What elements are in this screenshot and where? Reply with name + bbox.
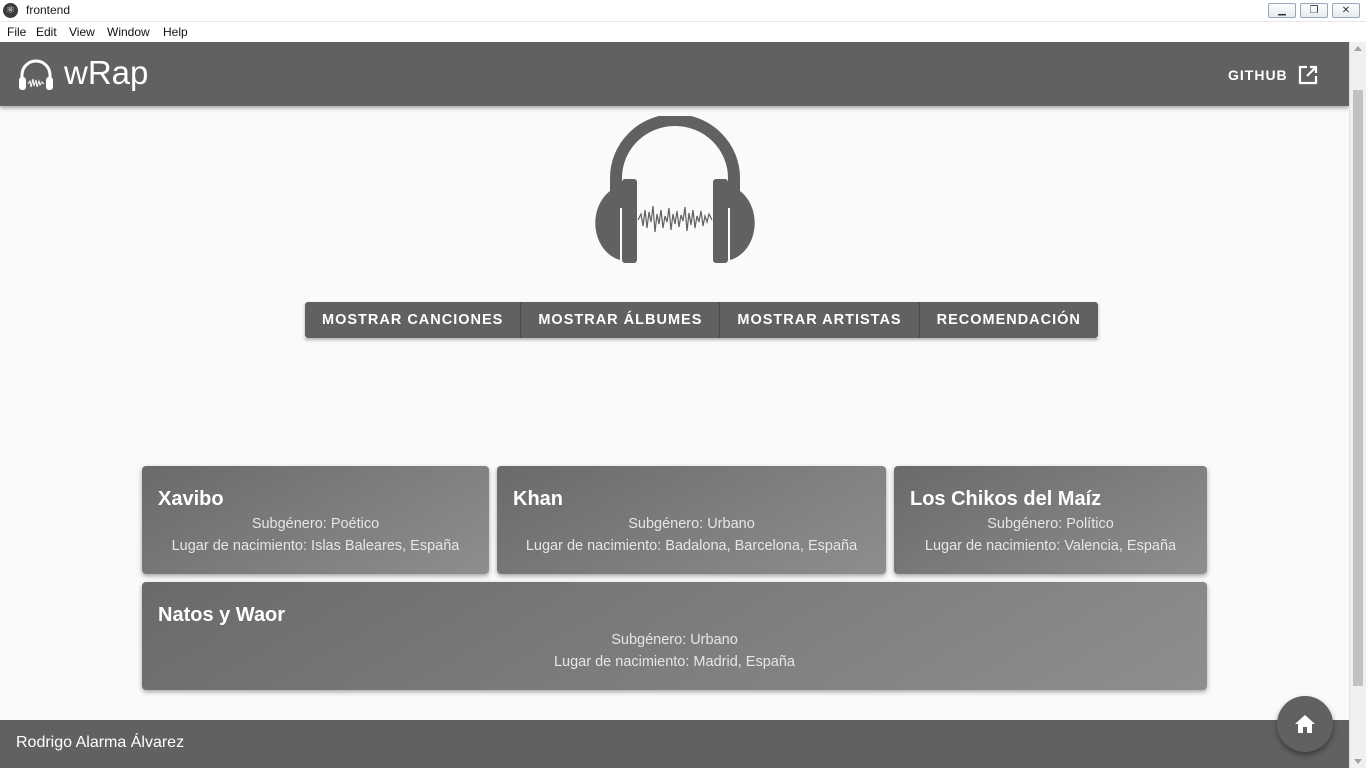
menu-help[interactable]: Help bbox=[163, 25, 188, 39]
artist-subgenre: Subgénero: Político bbox=[987, 516, 1114, 532]
window-title: frontend bbox=[26, 3, 71, 17]
home-fab-button[interactable] bbox=[1277, 696, 1333, 752]
artist-name: Natos y Waor bbox=[158, 604, 286, 626]
github-label: GITHUB bbox=[1228, 67, 1288, 83]
github-link[interactable]: GITHUB bbox=[1228, 64, 1318, 86]
headphones-hero-icon bbox=[595, 116, 755, 263]
artist-birthplace: Lugar de nacimiento: Badalona, Barcelona… bbox=[525, 538, 858, 554]
action-button-group: MOSTRAR CANCIONES MOSTRAR ÁLBUMES MOSTRA… bbox=[305, 302, 1098, 338]
artist-name: Los Chikos del Maíz bbox=[910, 488, 1102, 510]
app-viewport: wRap GITHUB MOSTRAR CANCIONES MOSTRAR ÁL… bbox=[0, 42, 1349, 768]
artist-birthplace: Lugar de nacimiento: Madrid, España bbox=[553, 654, 795, 670]
vertical-scrollbar[interactable] bbox=[1349, 42, 1366, 768]
artist-card[interactable]: Los Chikos del Maíz Subgénero: Político … bbox=[894, 466, 1207, 574]
home-icon bbox=[1295, 715, 1315, 733]
footer-author: Rodrigo Alarma Álvarez bbox=[16, 734, 185, 751]
headphones-icon bbox=[19, 59, 53, 90]
open-in-new-icon bbox=[1298, 65, 1317, 85]
app-footer: Rodrigo Alarma Álvarez bbox=[0, 720, 1349, 768]
menu-bar: File Edit View Window Help bbox=[0, 22, 1366, 42]
scroll-up-arrow-icon[interactable] bbox=[1354, 46, 1362, 51]
restore-button[interactable]: ❐ bbox=[1300, 3, 1328, 18]
artist-subgenre: Subgénero: Poético bbox=[251, 516, 380, 532]
artist-name: Khan bbox=[513, 488, 563, 510]
app-brand[interactable]: wRap bbox=[64, 54, 148, 92]
scrollbar-thumb[interactable] bbox=[1353, 90, 1363, 686]
show-songs-button[interactable]: MOSTRAR CANCIONES bbox=[305, 302, 522, 338]
artist-card[interactable]: Xavibo Subgénero: Poético Lugar de nacim… bbox=[142, 466, 489, 574]
show-albums-button[interactable]: MOSTRAR ÁLBUMES bbox=[521, 302, 721, 338]
close-button[interactable]: ✕ bbox=[1332, 3, 1360, 18]
artist-card[interactable]: Natos y Waor Subgénero: Urbano Lugar de … bbox=[142, 582, 1207, 690]
recommendation-button[interactable]: RECOMENDACIÓN bbox=[919, 302, 1098, 338]
scroll-down-arrow-icon[interactable] bbox=[1354, 759, 1362, 764]
menu-view[interactable]: View bbox=[69, 25, 95, 39]
artist-subgenre: Subgénero: Urbano bbox=[611, 632, 738, 648]
menu-window[interactable]: Window bbox=[107, 25, 150, 39]
menu-file[interactable]: File bbox=[7, 25, 26, 39]
window-titlebar: ⚛ frontend ▁ ❐ ✕ bbox=[0, 0, 1366, 22]
show-artists-button[interactable]: MOSTRAR ARTISTAS bbox=[720, 302, 920, 338]
artist-birthplace: Lugar de nacimiento: Valencia, España bbox=[924, 538, 1177, 554]
artist-card[interactable]: Khan Subgénero: Urbano Lugar de nacimien… bbox=[497, 466, 886, 574]
app-bar: wRap GITHUB bbox=[0, 42, 1349, 106]
artist-name: Xavibo bbox=[158, 488, 224, 510]
minimize-button[interactable]: ▁ bbox=[1268, 3, 1296, 18]
artist-birthplace: Lugar de nacimiento: Islas Baleares, Esp… bbox=[171, 538, 460, 554]
electron-app-icon: ⚛ bbox=[3, 3, 18, 18]
menu-edit[interactable]: Edit bbox=[36, 25, 57, 39]
artist-subgenre: Subgénero: Urbano bbox=[628, 516, 755, 532]
